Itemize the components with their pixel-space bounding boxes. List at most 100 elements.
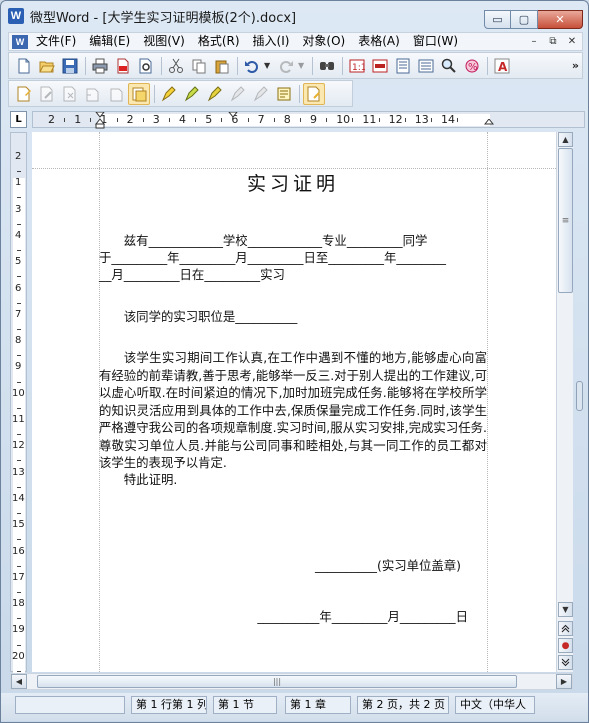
highlight-1-icon[interactable] [158, 83, 180, 105]
status-bar: 第 1 行第 1 列 第 1 节 第 1 章 第 2 页，共 2 页 中文（中华… [1, 693, 588, 721]
toolbar-separator [161, 56, 162, 75]
right-indent-marker-icon[interactable] [484, 119, 494, 129]
highlight-3-icon[interactable] [204, 83, 226, 105]
menu-format[interactable]: 格式(R) [192, 33, 247, 50]
track-edit-icon[interactable] [13, 83, 35, 105]
horizontal-scrollbar[interactable]: ◀ ||| ▶ [10, 673, 573, 690]
ruler-tick [404, 118, 406, 122]
scroll-down-button[interactable]: ▼ [558, 602, 573, 617]
view-icon[interactable] [415, 55, 437, 77]
ruler-tick [457, 118, 459, 122]
zoom-icon[interactable] [438, 55, 460, 77]
menu-file[interactable]: 文件(F) [30, 33, 83, 50]
menu-window[interactable]: 窗口(W) [407, 33, 465, 50]
print-icon[interactable] [89, 55, 111, 77]
ruler-tick [116, 118, 118, 122]
cut-icon[interactable] [165, 55, 187, 77]
ruler-number: 9 [15, 361, 22, 373]
left-indent-marker-icon[interactable] [95, 112, 105, 129]
scroll-up-button[interactable]: ▲ [558, 132, 573, 147]
svg-text:%: % [468, 62, 478, 73]
print-preview-icon[interactable] [135, 55, 157, 77]
menu-object[interactable]: 对象(O) [296, 33, 352, 50]
side-panel-handle[interactable] [576, 381, 583, 411]
ruler-tick [17, 434, 21, 436]
redo-icon[interactable] [275, 55, 297, 77]
ruler-tick [17, 171, 21, 173]
horizontal-ruler[interactable]: 2 1 1 2 3 4 5 6 7 8 9 10 11 12 13 14 [32, 111, 585, 129]
accept-change-icon[interactable] [36, 83, 58, 105]
highlight-4-icon[interactable] [227, 83, 249, 105]
paste-icon[interactable] [211, 55, 233, 77]
new-doc-icon[interactable] [13, 55, 35, 77]
menu-insert[interactable]: 插入(I) [247, 33, 297, 50]
ruler-tick [17, 407, 21, 409]
page-layout-icon[interactable] [392, 55, 414, 77]
ruler-tick [17, 328, 21, 330]
review-pane-icon[interactable] [128, 82, 150, 105]
reject-change-icon[interactable] [59, 83, 81, 105]
close-button[interactable]: ✕ [538, 10, 583, 29]
document-canvas[interactable]: 实习证明 兹有____________学校____________专业_____… [32, 132, 556, 672]
active-doc-icon[interactable] [303, 82, 325, 105]
browse-object-button[interactable]: ● [558, 638, 573, 653]
ruler-tick [17, 381, 21, 383]
open-folder-icon[interactable] [36, 55, 58, 77]
ruler-number: 5 [205, 113, 213, 126]
ruler-tick [64, 118, 66, 122]
ruler-number: 4 [179, 113, 186, 126]
maximize-button[interactable]: ▢ [511, 10, 538, 29]
menu-view[interactable]: 视图(V) [137, 33, 192, 50]
minimize-button[interactable]: ▭ [484, 10, 511, 29]
prev-change-icon[interactable] [82, 83, 104, 105]
ruler-tick [195, 118, 197, 122]
scroll-right-button[interactable]: ▶ [556, 674, 572, 689]
insert-field-icon[interactable] [369, 55, 391, 77]
highlight-5-icon[interactable] [250, 83, 272, 105]
ruler-tick [299, 118, 301, 122]
tab-stop-selector[interactable]: L [10, 111, 27, 128]
redo-dropdown-icon[interactable]: ▼ [298, 61, 306, 70]
prev-page-button[interactable] [558, 621, 573, 636]
undo-icon[interactable] [241, 55, 263, 77]
toolbar-overflow-icon[interactable]: » [572, 59, 579, 72]
ruler-number: 2 [15, 151, 22, 162]
menu-edit[interactable]: 编辑(E) [83, 33, 137, 50]
insert-table-icon[interactable]: 1:1 [346, 55, 368, 77]
ruler-tick [221, 118, 223, 122]
undo-dropdown-icon[interactable]: ▼ [264, 61, 272, 70]
vertical-scroll-thumb[interactable]: ≡ [558, 148, 573, 293]
hyperlink-icon[interactable]: % [461, 55, 483, 77]
word-app-icon[interactable]: W [8, 8, 24, 24]
ruler-number: 12 [388, 113, 403, 126]
highlight-2-icon[interactable] [181, 83, 203, 105]
next-change-icon[interactable] [105, 83, 127, 105]
pdf-icon[interactable] [112, 55, 134, 77]
find-icon[interactable] [316, 55, 338, 77]
vertical-ruler[interactable]: 213456789101112131415161718192021 [10, 132, 27, 699]
edit-note-icon[interactable] [273, 83, 295, 105]
next-page-button[interactable] [558, 655, 573, 670]
ruler-number: 7 [15, 308, 22, 320]
doc-menu-icon[interactable]: W [12, 34, 28, 49]
horizontal-scroll-thumb[interactable]: ||| [37, 675, 517, 688]
ruler-tick [247, 118, 249, 122]
first-line-indent-marker-icon[interactable] [228, 112, 238, 119]
scroll-left-button[interactable]: ◀ [11, 674, 27, 689]
menu-bar: W 文件(F) 编辑(E) 视图(V) 格式(R) 插入(I) 对象(O) 表格… [8, 32, 583, 51]
menu-table[interactable]: 表格(A) [352, 33, 407, 50]
doc-minimize-button[interactable]: – [526, 34, 542, 49]
status-section: 第 1 节 [213, 696, 277, 714]
toolbar-separator [342, 56, 343, 75]
vertical-scrollbar[interactable]: ▲ ≡ ▼ ● [556, 132, 573, 672]
save-icon[interactable] [59, 55, 81, 77]
intro-line-2: 于_________年_________月_________日至________… [99, 250, 446, 265]
ruler-number: 9 [310, 113, 317, 126]
intro-line-3: __月_________日在_________实习 [99, 267, 285, 282]
status-cursor-position: 第 1 行第 1 列 [131, 696, 207, 714]
doc-close-button[interactable]: ✕ [564, 34, 580, 49]
app-window: W 微型Word - [大学生实习证明模板(2个).docx] ▭ ▢ ✕ W … [0, 0, 589, 723]
copy-icon[interactable] [188, 55, 210, 77]
font-color-icon[interactable]: A [491, 55, 513, 77]
doc-restore-button[interactable]: ⧉ [545, 34, 561, 49]
